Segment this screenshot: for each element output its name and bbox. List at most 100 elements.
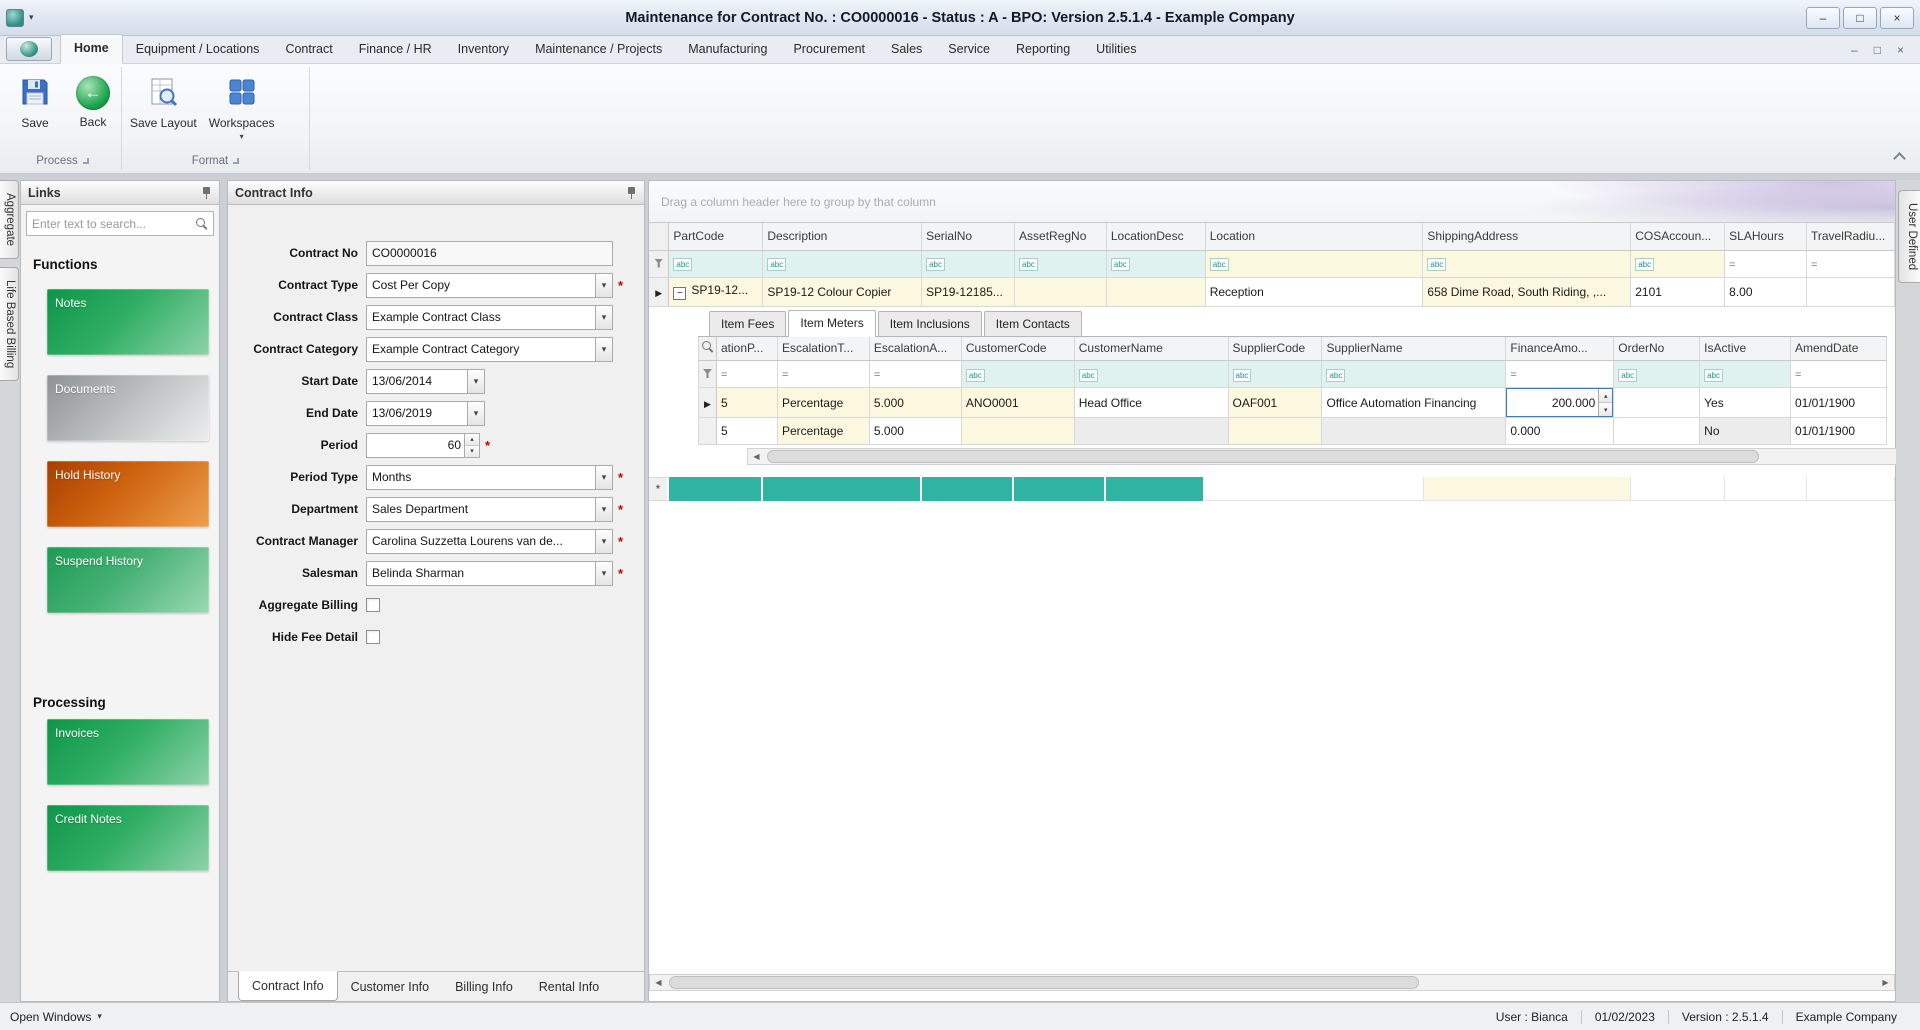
links-search-input[interactable]: [32, 216, 195, 231]
dropdown-arrow-icon[interactable]: ▾: [467, 369, 484, 393]
cell-shippingaddress[interactable]: 658 Dime Road, South Riding, ,...: [1422, 277, 1632, 307]
scroll-left-icon[interactable]: ◀: [748, 449, 765, 464]
column-customercode[interactable]: CustomerCode: [961, 336, 1075, 361]
side-tab-aggregate[interactable]: Aggregate: [0, 180, 19, 260]
cell-financeamount[interactable]: 0.000: [1505, 417, 1615, 445]
ribbon-collapse-icon[interactable]: [1893, 152, 1906, 165]
detail-horizontal-scrollbar[interactable]: ◀ ▶: [747, 448, 1920, 465]
detail-search-icon[interactable]: [701, 340, 714, 353]
tab-customer-info[interactable]: Customer Info: [338, 972, 443, 1001]
aggregate-billing-checkbox[interactable]: [366, 598, 380, 612]
tab-rental-info[interactable]: Rental Info: [526, 972, 612, 1001]
cell-escalation-amount[interactable]: 5.000: [869, 387, 962, 418]
period-stepper[interactable]: 60 ▴ ▾: [366, 432, 480, 458]
cell-isactive[interactable]: Yes: [1699, 387, 1791, 418]
filter-assetregno[interactable]: abc: [1014, 250, 1107, 278]
scrollbar-thumb[interactable]: [767, 450, 1759, 463]
cell-amenddate[interactable]: 01/01/1900: [1790, 387, 1887, 418]
spin-up-icon[interactable]: ▴: [1599, 389, 1613, 402]
new-row-cell[interactable]: [1807, 477, 1895, 501]
filter-suppliercode[interactable]: abc: [1228, 360, 1323, 388]
column-location[interactable]: Location: [1205, 223, 1424, 251]
filter-escalation-type[interactable]: =: [777, 360, 870, 388]
tab-contract-info[interactable]: Contract Info: [238, 971, 338, 1001]
cell-suppliername[interactable]: Office Automation Financing: [1321, 387, 1507, 418]
cell-isactive[interactable]: No: [1699, 417, 1791, 445]
cell-serialno[interactable]: SP19-12185...: [921, 277, 1016, 307]
period-type-dropdown[interactable]: Months ▾: [366, 464, 613, 490]
new-row-cell[interactable]: [1725, 477, 1808, 501]
grid-horizontal-scrollbar[interactable]: ◀ ▶: [649, 974, 1895, 991]
group-by-panel[interactable]: Drag a column header here to group by th…: [649, 181, 1895, 223]
scrollbar-thumb[interactable]: [669, 976, 1420, 989]
side-tab-user-defined[interactable]: User Defined: [1898, 190, 1920, 284]
tab-billing-info[interactable]: Billing Info: [442, 972, 526, 1001]
mdi-minimize-icon[interactable]: –: [1851, 43, 1858, 57]
filter-location[interactable]: abc: [1205, 250, 1424, 278]
dropdown-arrow-icon[interactable]: ▾: [595, 273, 612, 297]
documents-button[interactable]: Documents: [47, 375, 209, 441]
new-row-cell[interactable]: [1014, 477, 1107, 501]
collapse-detail-icon[interactable]: −: [673, 287, 687, 301]
dropdown-arrow-icon[interactable]: ▾: [595, 305, 612, 329]
ribbon-tab-sales[interactable]: Sales: [878, 36, 935, 63]
new-row-cell[interactable]: [762, 477, 922, 501]
minimize-button[interactable]: –: [1806, 6, 1840, 29]
filter-serialno[interactable]: abc: [921, 250, 1016, 278]
spin-up-icon[interactable]: ▴: [465, 433, 479, 445]
save-layout-button[interactable]: Save Layout: [126, 72, 201, 134]
cell-suppliercode[interactable]: [1228, 417, 1323, 445]
maximize-button[interactable]: □: [1843, 6, 1877, 29]
cell-escalation-period[interactable]: 5: [716, 387, 778, 418]
save-button[interactable]: Save: [8, 72, 62, 134]
ribbon-tab-contract[interactable]: Contract: [272, 36, 345, 63]
tab-item-fees[interactable]: Item Fees: [709, 310, 787, 336]
column-customername[interactable]: CustomerName: [1074, 336, 1229, 361]
column-assetregno[interactable]: AssetRegNo: [1014, 223, 1107, 251]
ribbon-tab-utilities[interactable]: Utilities: [1083, 36, 1149, 63]
contract-manager-dropdown[interactable]: Carolina Suzzetta Lourens van de... ▾: [366, 528, 613, 554]
cell-description[interactable]: SP19-12 Colour Copier: [762, 277, 923, 307]
contract-category-dropdown[interactable]: Example Contract Category ▾: [366, 336, 613, 362]
filter-escalation-amount[interactable]: =: [869, 360, 962, 388]
cell-customercode[interactable]: [961, 417, 1075, 445]
column-slahours[interactable]: SLAHours: [1724, 223, 1807, 251]
department-dropdown[interactable]: Sales Department ▾: [366, 496, 613, 522]
hide-fee-detail-checkbox[interactable]: [366, 630, 380, 644]
filter-shippingaddress[interactable]: abc: [1422, 250, 1632, 278]
dropdown-arrow-icon[interactable]: ▾: [595, 529, 612, 553]
column-partcode[interactable]: PartCode: [668, 223, 764, 251]
cell-suppliername[interactable]: [1321, 417, 1507, 445]
ribbon-tab-inventory[interactable]: Inventory: [445, 36, 522, 63]
cell-escalation-amount[interactable]: 5.000: [869, 417, 962, 445]
cell-escalation-type[interactable]: Percentage: [777, 417, 870, 445]
close-button[interactable]: ×: [1880, 6, 1914, 29]
notes-button[interactable]: Notes: [47, 289, 209, 355]
ribbon-tab-finance-hr[interactable]: Finance / HR: [346, 36, 445, 63]
column-escalation-type[interactable]: EscalationT...: [777, 336, 870, 361]
invoices-button[interactable]: Invoices: [47, 719, 209, 785]
cell-partcode[interactable]: − SP19-12...: [668, 277, 764, 307]
quick-access-dropdown-icon[interactable]: ▾: [29, 12, 34, 23]
open-windows-button[interactable]: Open Windows ▾: [10, 1010, 102, 1024]
column-description[interactable]: Description: [762, 223, 923, 251]
filter-slahours[interactable]: =: [1724, 250, 1807, 278]
side-tab-life-based-billing[interactable]: Life Based Billing: [0, 267, 19, 382]
ribbon-tab-reporting[interactable]: Reporting: [1003, 36, 1083, 63]
column-locationdesc[interactable]: LocationDesc: [1106, 223, 1206, 251]
cell-assetregno[interactable]: [1014, 277, 1107, 307]
column-cosaccount[interactable]: COSAccoun...: [1630, 223, 1726, 251]
filter-financeamount[interactable]: =: [1505, 360, 1615, 388]
column-suppliercode[interactable]: SupplierCode: [1228, 336, 1323, 361]
filter-orderno[interactable]: abc: [1613, 360, 1701, 388]
cell-customercode[interactable]: ANO0001: [961, 387, 1075, 418]
finance-amount-editor[interactable]: 200.000 ▴ ▾: [1506, 388, 1613, 417]
ribbon-tab-equipment-locations[interactable]: Equipment / Locations: [123, 36, 273, 63]
column-suppliername[interactable]: SupplierName: [1321, 336, 1507, 361]
mdi-close-icon[interactable]: ×: [1897, 43, 1904, 57]
group-dialog-launcher-icon[interactable]: [233, 157, 240, 164]
end-date-picker[interactable]: 13/06/2019 ▾: [366, 400, 485, 426]
ribbon-tab-service[interactable]: Service: [935, 36, 1003, 63]
dropdown-arrow-icon[interactable]: ▾: [595, 337, 612, 361]
cell-amenddate[interactable]: 01/01/1900: [1790, 417, 1887, 445]
